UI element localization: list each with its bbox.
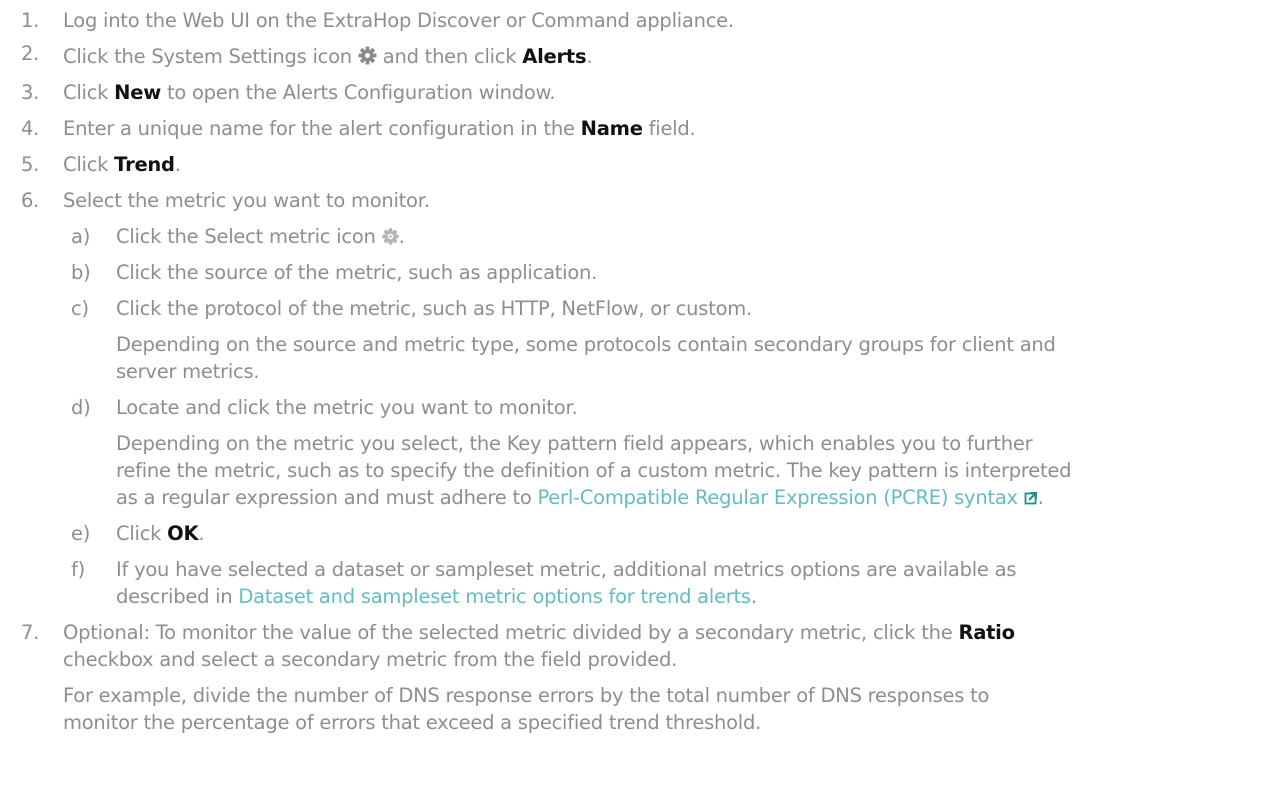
step-number: 5. bbox=[21, 153, 40, 176]
substep-letter: b) bbox=[71, 261, 91, 284]
substep-letter: d) bbox=[71, 396, 91, 419]
step-text: Log into the Web UI on the ExtraHop Disc… bbox=[63, 9, 734, 32]
step-text-part: Enter a unique name for the alert config… bbox=[63, 117, 575, 140]
step-number: 3. bbox=[21, 81, 40, 104]
substep-c-note-line-1: Depending on the source and metric type,… bbox=[116, 333, 1056, 356]
substep-d-note-line-2: refine the metric, such as to specify th… bbox=[116, 459, 1072, 482]
step-text-part: Optional: To monitor the value of the se… bbox=[63, 621, 953, 644]
substep-text: If you have selected a dataset or sample… bbox=[116, 558, 1017, 581]
step-text-part: as a regular expression and must adhere … bbox=[116, 486, 532, 509]
new-label: New bbox=[114, 81, 161, 104]
substep-letter: e) bbox=[71, 522, 91, 545]
external-link-icon[interactable] bbox=[1024, 487, 1038, 510]
ok-label: OK bbox=[167, 522, 199, 545]
substep-letter: c) bbox=[71, 297, 89, 320]
step-text-part: Click the System Settings icon bbox=[63, 45, 352, 68]
step-text: Click New to open the Alerts Configurati… bbox=[63, 81, 556, 104]
step-text-part: . bbox=[1037, 486, 1044, 509]
step-text-part: described in bbox=[116, 585, 233, 608]
step-number: 6. bbox=[21, 189, 40, 212]
step-7-note-line-2: monitor the percentage of errors that ex… bbox=[63, 711, 762, 734]
step-text-part: . bbox=[586, 45, 593, 68]
step-text-part: . bbox=[750, 585, 757, 608]
procedure-steps: 1. Log into the Web UI on the ExtraHop D… bbox=[0, 0, 1266, 812]
step-text: Enter a unique name for the alert config… bbox=[63, 117, 696, 140]
substep-text: Click the Select metric icon . bbox=[116, 225, 405, 250]
step-text-part: Click the Select metric icon bbox=[116, 225, 376, 248]
step-number: 2. bbox=[21, 42, 40, 65]
step-text-part: and then click bbox=[382, 45, 517, 68]
step-text: Click the System Settings icon and then … bbox=[63, 45, 593, 70]
step-7-note-line-1: For example, divide the number of DNS re… bbox=[63, 684, 990, 707]
substep-d-note-line-1: Depending on the metric you select, the … bbox=[116, 432, 1033, 455]
step-text: Optional: To monitor the value of the se… bbox=[63, 621, 1015, 644]
step-text-part: Click bbox=[116, 522, 162, 545]
substep-text: Click the protocol of the metric, such a… bbox=[116, 297, 752, 320]
alerts-label: Alerts bbox=[522, 45, 587, 68]
pcre-syntax-link[interactable]: Perl-Compatible Regular Expression (PCRE… bbox=[537, 486, 1018, 509]
step-number: 4. bbox=[21, 117, 40, 140]
substep-text: Click the source of the metric, such as … bbox=[116, 261, 598, 284]
step-text-part: field. bbox=[648, 117, 696, 140]
substep-c-note-line-2: server metrics. bbox=[116, 360, 260, 383]
trend-label: Trend bbox=[114, 153, 175, 176]
step-text: Select the metric you want to monitor. bbox=[63, 189, 430, 212]
step-text-part: Click bbox=[63, 81, 109, 104]
ratio-label: Ratio bbox=[958, 621, 1015, 644]
select-metric-icon bbox=[381, 227, 399, 250]
substep-text: Locate and click the metric you want to … bbox=[116, 396, 578, 419]
step-text: Click Trend. bbox=[63, 153, 181, 176]
name-label: Name bbox=[580, 117, 643, 140]
step-number: 7. bbox=[21, 621, 40, 644]
dataset-options-link[interactable]: Dataset and sampleset metric options for… bbox=[238, 585, 751, 608]
substep-f-line-2: described in Dataset and sampleset metri… bbox=[116, 585, 757, 608]
substep-text: Click OK. bbox=[116, 522, 205, 545]
substep-letter: f) bbox=[71, 558, 85, 581]
step-text-part: . bbox=[398, 225, 405, 248]
substep-d-note-line-3: as a regular expression and must adhere … bbox=[116, 486, 1044, 510]
step-text-part: to open the Alerts Configuration window. bbox=[166, 81, 556, 104]
gear-icon bbox=[358, 46, 377, 70]
step-7-line-2: checkbox and select a secondary metric f… bbox=[63, 648, 678, 671]
substep-letter: a) bbox=[71, 225, 91, 248]
step-text-part: Click bbox=[63, 153, 109, 176]
step-text-part: . bbox=[198, 522, 205, 545]
step-text-part: . bbox=[174, 153, 181, 176]
step-number: 1. bbox=[21, 9, 40, 32]
